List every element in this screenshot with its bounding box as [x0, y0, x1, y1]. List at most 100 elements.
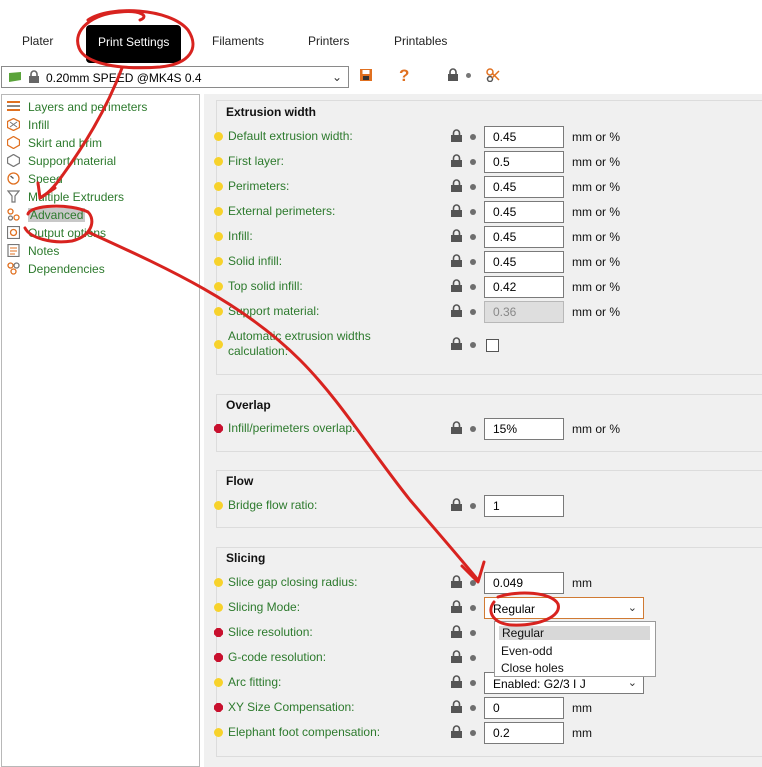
tab-printers[interactable]: Printers [308, 34, 349, 52]
lock-icon[interactable] [450, 129, 463, 143]
lock-icon[interactable] [450, 279, 463, 293]
bullet-icon[interactable] [470, 680, 476, 686]
lock-icon[interactable] [450, 675, 463, 689]
external-perimeters-width-field[interactable] [484, 201, 564, 223]
bullet-icon[interactable] [470, 209, 476, 215]
setting-row-infill: Infill: mm or % [214, 226, 754, 248]
sidebar-item-dependencies[interactable]: Dependencies [7, 262, 105, 278]
lock-icon[interactable] [450, 304, 463, 318]
dropdown-option-close-holes[interactable]: Close holes [501, 661, 564, 675]
setting-row-external-perimeters: External perimeters: mm or % [214, 201, 754, 223]
lock-icon[interactable] [450, 229, 463, 243]
lock-icon[interactable] [450, 498, 463, 512]
mode-expert-icon [214, 628, 223, 637]
group-title: Extrusion width [226, 105, 316, 119]
sidebar-item-extruders[interactable]: Multiple Extruders [7, 190, 124, 206]
bridge-flow-ratio-field[interactable] [484, 495, 564, 517]
sidebar-item-notes[interactable]: Notes [7, 244, 59, 260]
setting-row-bridge-flow-ratio: Bridge flow ratio: [214, 495, 754, 517]
bullet-icon[interactable] [470, 630, 476, 636]
chevron-down-icon[interactable]: ⌄ [332, 70, 342, 84]
lock-icon[interactable] [447, 68, 459, 82]
support-icon [7, 154, 20, 167]
lock-icon[interactable] [450, 725, 463, 739]
sidebar-item-advanced[interactable]: Advanced [7, 208, 86, 224]
lock-icon[interactable] [450, 600, 463, 614]
lock-icon[interactable] [450, 179, 463, 193]
tab-print-settings[interactable]: Print Settings [86, 25, 182, 63]
dropdown-option-even-odd[interactable]: Even-odd [501, 644, 552, 658]
sidebar-item-skirt[interactable]: Skirt and brim [7, 136, 102, 152]
infill-width-field[interactable] [484, 226, 564, 248]
bullet-icon[interactable] [470, 284, 476, 290]
question-icon[interactable]: ? [398, 66, 412, 84]
elephant-foot-field[interactable] [484, 722, 564, 744]
lock-icon[interactable] [450, 204, 463, 218]
bullet-icon[interactable] [470, 655, 476, 661]
infill-perimeters-overlap-field[interactable] [484, 418, 564, 440]
lock-icon[interactable] [450, 154, 463, 168]
mode-simple-icon [214, 501, 223, 510]
mode-simple-icon [214, 678, 223, 687]
xy-compensation-field[interactable] [484, 697, 564, 719]
mode-simple-icon [214, 282, 223, 291]
tab-plater[interactable]: Plater [22, 34, 53, 52]
lock-icon[interactable] [450, 254, 463, 268]
dependencies-icon [7, 262, 20, 275]
sidebar-item-output[interactable]: Output options [7, 226, 106, 242]
bullet-icon[interactable] [470, 730, 476, 736]
compare-icon[interactable] [486, 68, 500, 82]
dropdown-option-regular[interactable]: Regular [499, 626, 650, 640]
slicing-mode-dropdown: Regular Even-odd Close holes [494, 621, 656, 677]
bullet-icon[interactable] [470, 605, 476, 611]
bullet-icon[interactable] [470, 426, 476, 432]
mode-expert-icon [214, 703, 223, 712]
support-material-width-field [484, 301, 564, 323]
sidebar-item-layers[interactable]: Layers and perimeters [7, 100, 147, 116]
slicing-mode-select[interactable]: Regular ⌄ [484, 597, 644, 619]
lock-icon[interactable] [450, 337, 463, 351]
lock-icon[interactable] [450, 625, 463, 639]
preset-name: 0.20mm SPEED @MK4S 0.4 [46, 71, 202, 85]
speed-icon [7, 172, 20, 185]
setting-row-xy-compensation: XY Size Compensation: mm [214, 697, 754, 719]
setting-row-elephant-foot: Elephant foot compensation: mm [214, 722, 754, 744]
preset-selector[interactable]: 0.20mm SPEED @MK4S 0.4 ⌄ [1, 66, 349, 88]
lock-icon [29, 70, 39, 83]
chevron-down-icon[interactable]: ⌄ [628, 601, 637, 614]
bullet-icon[interactable] [470, 342, 476, 348]
lock-icon[interactable] [450, 575, 463, 589]
mode-simple-icon [214, 603, 223, 612]
lock-icon[interactable] [450, 650, 463, 664]
auto-extrusion-checkbox[interactable] [486, 339, 499, 352]
bullet-icon[interactable] [470, 134, 476, 140]
top-solid-infill-width-field[interactable] [484, 276, 564, 298]
slice-gap-field[interactable] [484, 572, 564, 594]
solid-infill-width-field[interactable] [484, 251, 564, 273]
sidebar-item-speed[interactable]: Speed [7, 172, 63, 188]
mode-expert-icon [214, 653, 223, 662]
lock-icon[interactable] [450, 421, 463, 435]
bullet-icon[interactable] [470, 184, 476, 190]
bullet-icon[interactable] [470, 503, 476, 509]
setting-row-top-solid-infill: Top solid infill: mm or % [214, 276, 754, 298]
sidebar-item-support[interactable]: Support material [7, 154, 116, 170]
bullet-icon[interactable] [470, 159, 476, 165]
default-extrusion-width-field[interactable] [484, 126, 564, 148]
bullet-icon[interactable] [470, 705, 476, 711]
bullet-icon[interactable] [470, 259, 476, 265]
tab-printables[interactable]: Printables [394, 34, 447, 52]
bullet-icon[interactable] [470, 234, 476, 240]
sidebar-item-infill[interactable]: Infill [7, 118, 49, 134]
mode-simple-icon [214, 132, 223, 141]
bullet-icon[interactable] [470, 309, 476, 315]
mode-simple-icon [214, 157, 223, 166]
perimeters-width-field[interactable] [484, 176, 564, 198]
tab-filaments[interactable]: Filaments [212, 34, 264, 52]
first-layer-width-field[interactable] [484, 151, 564, 173]
setting-row-perimeters: Perimeters: mm or % [214, 176, 754, 198]
save-icon[interactable] [359, 68, 373, 82]
bullet-icon[interactable] [470, 580, 476, 586]
lock-icon[interactable] [450, 700, 463, 714]
chevron-down-icon[interactable]: ⌄ [628, 676, 637, 689]
